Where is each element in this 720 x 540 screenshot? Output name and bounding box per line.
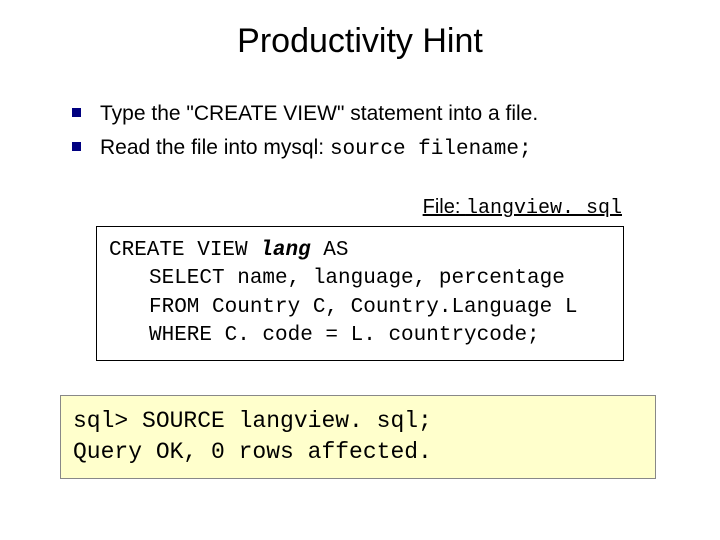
file-label-prefix: File: <box>423 196 466 218</box>
bullet-item: Type the "CREATE VIEW" statement into a … <box>72 99 720 129</box>
file-name: langview. sql <box>466 197 622 220</box>
slide: Productivity Hint Type the "CREATE VIEW"… <box>0 22 720 540</box>
bullet-list: Type the "CREATE VIEW" statement into a … <box>72 99 720 166</box>
code-line: FROM Country C, Country.Language L <box>109 294 611 322</box>
bullet-code: source filename; <box>330 138 532 161</box>
slide-title: Productivity Hint <box>0 22 720 61</box>
code-identifier: lang <box>260 239 310 262</box>
bullet-text: Read the file into mysql: <box>100 136 324 159</box>
code-box: CREATE VIEW lang AS SELECT name, languag… <box>96 226 624 361</box>
command-line: sql> SOURCE langview. sql; <box>73 406 643 437</box>
code-line: SELECT name, language, percentage <box>109 265 611 293</box>
command-line: Query OK, 0 rows affected. <box>73 437 643 468</box>
command-box: sql> SOURCE langview. sql; Query OK, 0 r… <box>60 395 656 479</box>
code-text: CREATE VIEW <box>109 239 260 262</box>
file-label: File: langview. sql <box>0 196 622 220</box>
code-line: WHERE C. code = L. countrycode; <box>109 322 611 350</box>
code-text: AS <box>311 239 349 262</box>
bullet-item: Read the file into mysql: source filenam… <box>72 133 720 165</box>
code-line: CREATE VIEW lang AS <box>109 237 611 265</box>
bullet-text: Type the "CREATE VIEW" statement into a … <box>100 102 538 125</box>
